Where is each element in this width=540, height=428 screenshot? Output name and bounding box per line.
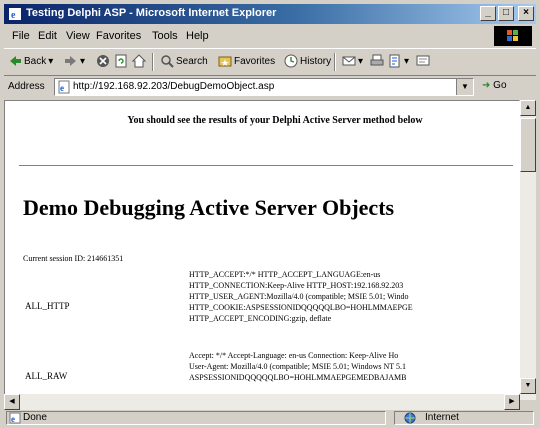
scroll-up-arrow-icon[interactable]: ▲ bbox=[520, 100, 536, 116]
stop-icon bbox=[97, 55, 109, 67]
menu-file[interactable]: File bbox=[12, 30, 30, 42]
favorites-folder-icon bbox=[218, 56, 232, 67]
history-button[interactable]: History bbox=[284, 54, 331, 68]
print-button[interactable] bbox=[370, 54, 384, 68]
home-button[interactable] bbox=[132, 54, 146, 68]
horizontal-rule bbox=[19, 165, 513, 166]
scroll-right-arrow-icon[interactable]: ▶ bbox=[504, 394, 520, 410]
browser-window: e Testing Delphi ASP - Microsoft Interne… bbox=[0, 0, 540, 428]
chevron-down-icon[interactable]: ▾ bbox=[80, 56, 85, 67]
stop-button[interactable] bbox=[96, 54, 110, 68]
address-dropdown-arrow-icon[interactable]: ▼ bbox=[456, 79, 473, 95]
address-input[interactable]: e http://192.168.92.203/DebugDemoObject.… bbox=[54, 78, 474, 96]
history-label: History bbox=[300, 55, 332, 67]
back-button[interactable]: Back ▾ bbox=[8, 54, 53, 68]
svg-text:e: e bbox=[60, 83, 64, 93]
scroll-left-arrow-icon[interactable]: ◀ bbox=[4, 394, 20, 410]
search-label: Search bbox=[176, 55, 208, 67]
status-text: Done bbox=[23, 412, 47, 423]
menu-help[interactable]: Help bbox=[186, 30, 209, 42]
status-text-panel: e Done bbox=[6, 411, 386, 425]
ie-page-icon: e bbox=[9, 8, 21, 21]
menu-tools[interactable]: Tools bbox=[152, 30, 178, 42]
server-variable-value: HTTP_ACCEPT:*/* HTTP_ACCEPT_LANGUAGE:en-… bbox=[189, 269, 413, 324]
scroll-thumb[interactable] bbox=[520, 118, 536, 172]
windows-logo-icon bbox=[494, 26, 532, 46]
page-content: You should see the results of your Delph… bbox=[4, 100, 520, 400]
refresh-button[interactable] bbox=[114, 54, 128, 68]
status-bar: e Done Internet bbox=[4, 410, 536, 426]
menu-bar: File Edit View Favorites Tools Help bbox=[4, 26, 536, 46]
standard-toolbar: Back ▾ ▾ Search Favorites History ▾ ▾ bbox=[4, 48, 536, 76]
svg-text:e: e bbox=[11, 414, 15, 424]
forward-arrow-icon bbox=[65, 56, 76, 66]
server-variable-value: Accept: */* Accept-Language: en-us Conne… bbox=[189, 350, 406, 383]
chevron-down-icon[interactable]: ▾ bbox=[358, 56, 363, 67]
title-bar[interactable]: e Testing Delphi ASP - Microsoft Interne… bbox=[4, 4, 536, 24]
page-heading: Demo Debugging Active Server Objects bbox=[23, 195, 395, 220]
back-arrow-icon bbox=[10, 56, 21, 66]
back-label: Back bbox=[24, 55, 47, 67]
chevron-down-icon[interactable]: ▾ bbox=[48, 56, 53, 67]
internet-globe-icon bbox=[404, 412, 416, 424]
favorites-label: Favorites bbox=[234, 55, 276, 67]
value-line: ASPSESSIONIDQQQQQLBO=HOHLMMAEPGEMEDBAJAM… bbox=[189, 373, 407, 382]
home-icon bbox=[132, 54, 146, 68]
value-line: User-Agent: Mozilla/4.0 (compatible; MSI… bbox=[189, 362, 406, 371]
page-icon: e bbox=[58, 80, 70, 94]
address-url: http://192.168.92.203/DebugDemoObject.as… bbox=[73, 81, 275, 92]
value-line: Accept: */* Accept-Language: en-us Conne… bbox=[189, 351, 399, 360]
close-button[interactable]: × bbox=[518, 6, 534, 21]
chevron-down-icon[interactable]: ▾ bbox=[404, 56, 409, 67]
page-done-icon: e bbox=[9, 412, 21, 424]
mail-icon bbox=[342, 56, 356, 66]
go-label: Go bbox=[493, 80, 507, 91]
session-id-text: Current session ID: 214661351 bbox=[23, 254, 124, 263]
go-button[interactable]: ➜ Go bbox=[482, 80, 507, 91]
window-title: Testing Delphi ASP - Microsoft Internet … bbox=[26, 7, 277, 19]
horizontal-scrollbar[interactable]: ◀ ▶ bbox=[4, 394, 520, 410]
svg-text:e: e bbox=[11, 10, 16, 21]
value-line: HTTP_COOKIE:ASPSESSIONIDQQQQQLBO=HOHLMMA… bbox=[189, 303, 413, 312]
value-line: HTTP_USER_AGENT:Mozilla/4.0 (compatible;… bbox=[189, 292, 409, 301]
refresh-icon bbox=[115, 54, 127, 68]
intro-text: You should see the results of your Delph… bbox=[127, 115, 423, 126]
edit-page-button[interactable]: ▾ bbox=[388, 54, 409, 68]
discuss-button[interactable] bbox=[416, 54, 430, 68]
go-arrow-icon: ➜ bbox=[482, 80, 491, 91]
edit-page-icon bbox=[389, 54, 400, 68]
forward-button[interactable]: ▾ bbox=[64, 54, 85, 68]
print-icon bbox=[370, 54, 384, 66]
search-button[interactable]: Search bbox=[160, 54, 208, 68]
mail-button[interactable]: ▾ bbox=[342, 54, 363, 68]
address-label: Address bbox=[8, 81, 45, 92]
toolbar-separator bbox=[152, 53, 154, 71]
maximize-button[interactable]: □ bbox=[498, 6, 514, 21]
history-icon bbox=[284, 54, 298, 68]
menu-edit[interactable]: Edit bbox=[38, 30, 57, 42]
vertical-scrollbar[interactable]: ▲ ▼ bbox=[520, 100, 536, 400]
address-bar: Address e http://192.168.92.203/DebugDem… bbox=[4, 76, 536, 98]
minimize-button[interactable]: _ bbox=[480, 6, 496, 21]
search-icon bbox=[161, 55, 174, 68]
server-variable-name: ALL_RAW bbox=[25, 371, 68, 381]
zone-text: Internet bbox=[425, 412, 459, 423]
value-line: HTTP_CONNECTION:Keep-Alive HTTP_HOST:192… bbox=[189, 281, 404, 290]
security-zone-panel: Internet bbox=[394, 411, 534, 425]
toolbar-separator bbox=[334, 53, 336, 71]
value-line: HTTP_ACCEPT_ENCODING:gzip, deflate bbox=[189, 314, 332, 323]
favorites-button[interactable]: Favorites bbox=[218, 54, 275, 68]
scroll-down-arrow-icon[interactable]: ▼ bbox=[520, 378, 536, 394]
discuss-icon bbox=[416, 55, 430, 66]
menu-favorites[interactable]: Favorites bbox=[96, 30, 141, 42]
menu-view[interactable]: View bbox=[66, 30, 90, 42]
server-variable-name: ALL_HTTP bbox=[25, 301, 70, 311]
value-line: HTTP_ACCEPT:*/* HTTP_ACCEPT_LANGUAGE:en-… bbox=[189, 270, 381, 279]
